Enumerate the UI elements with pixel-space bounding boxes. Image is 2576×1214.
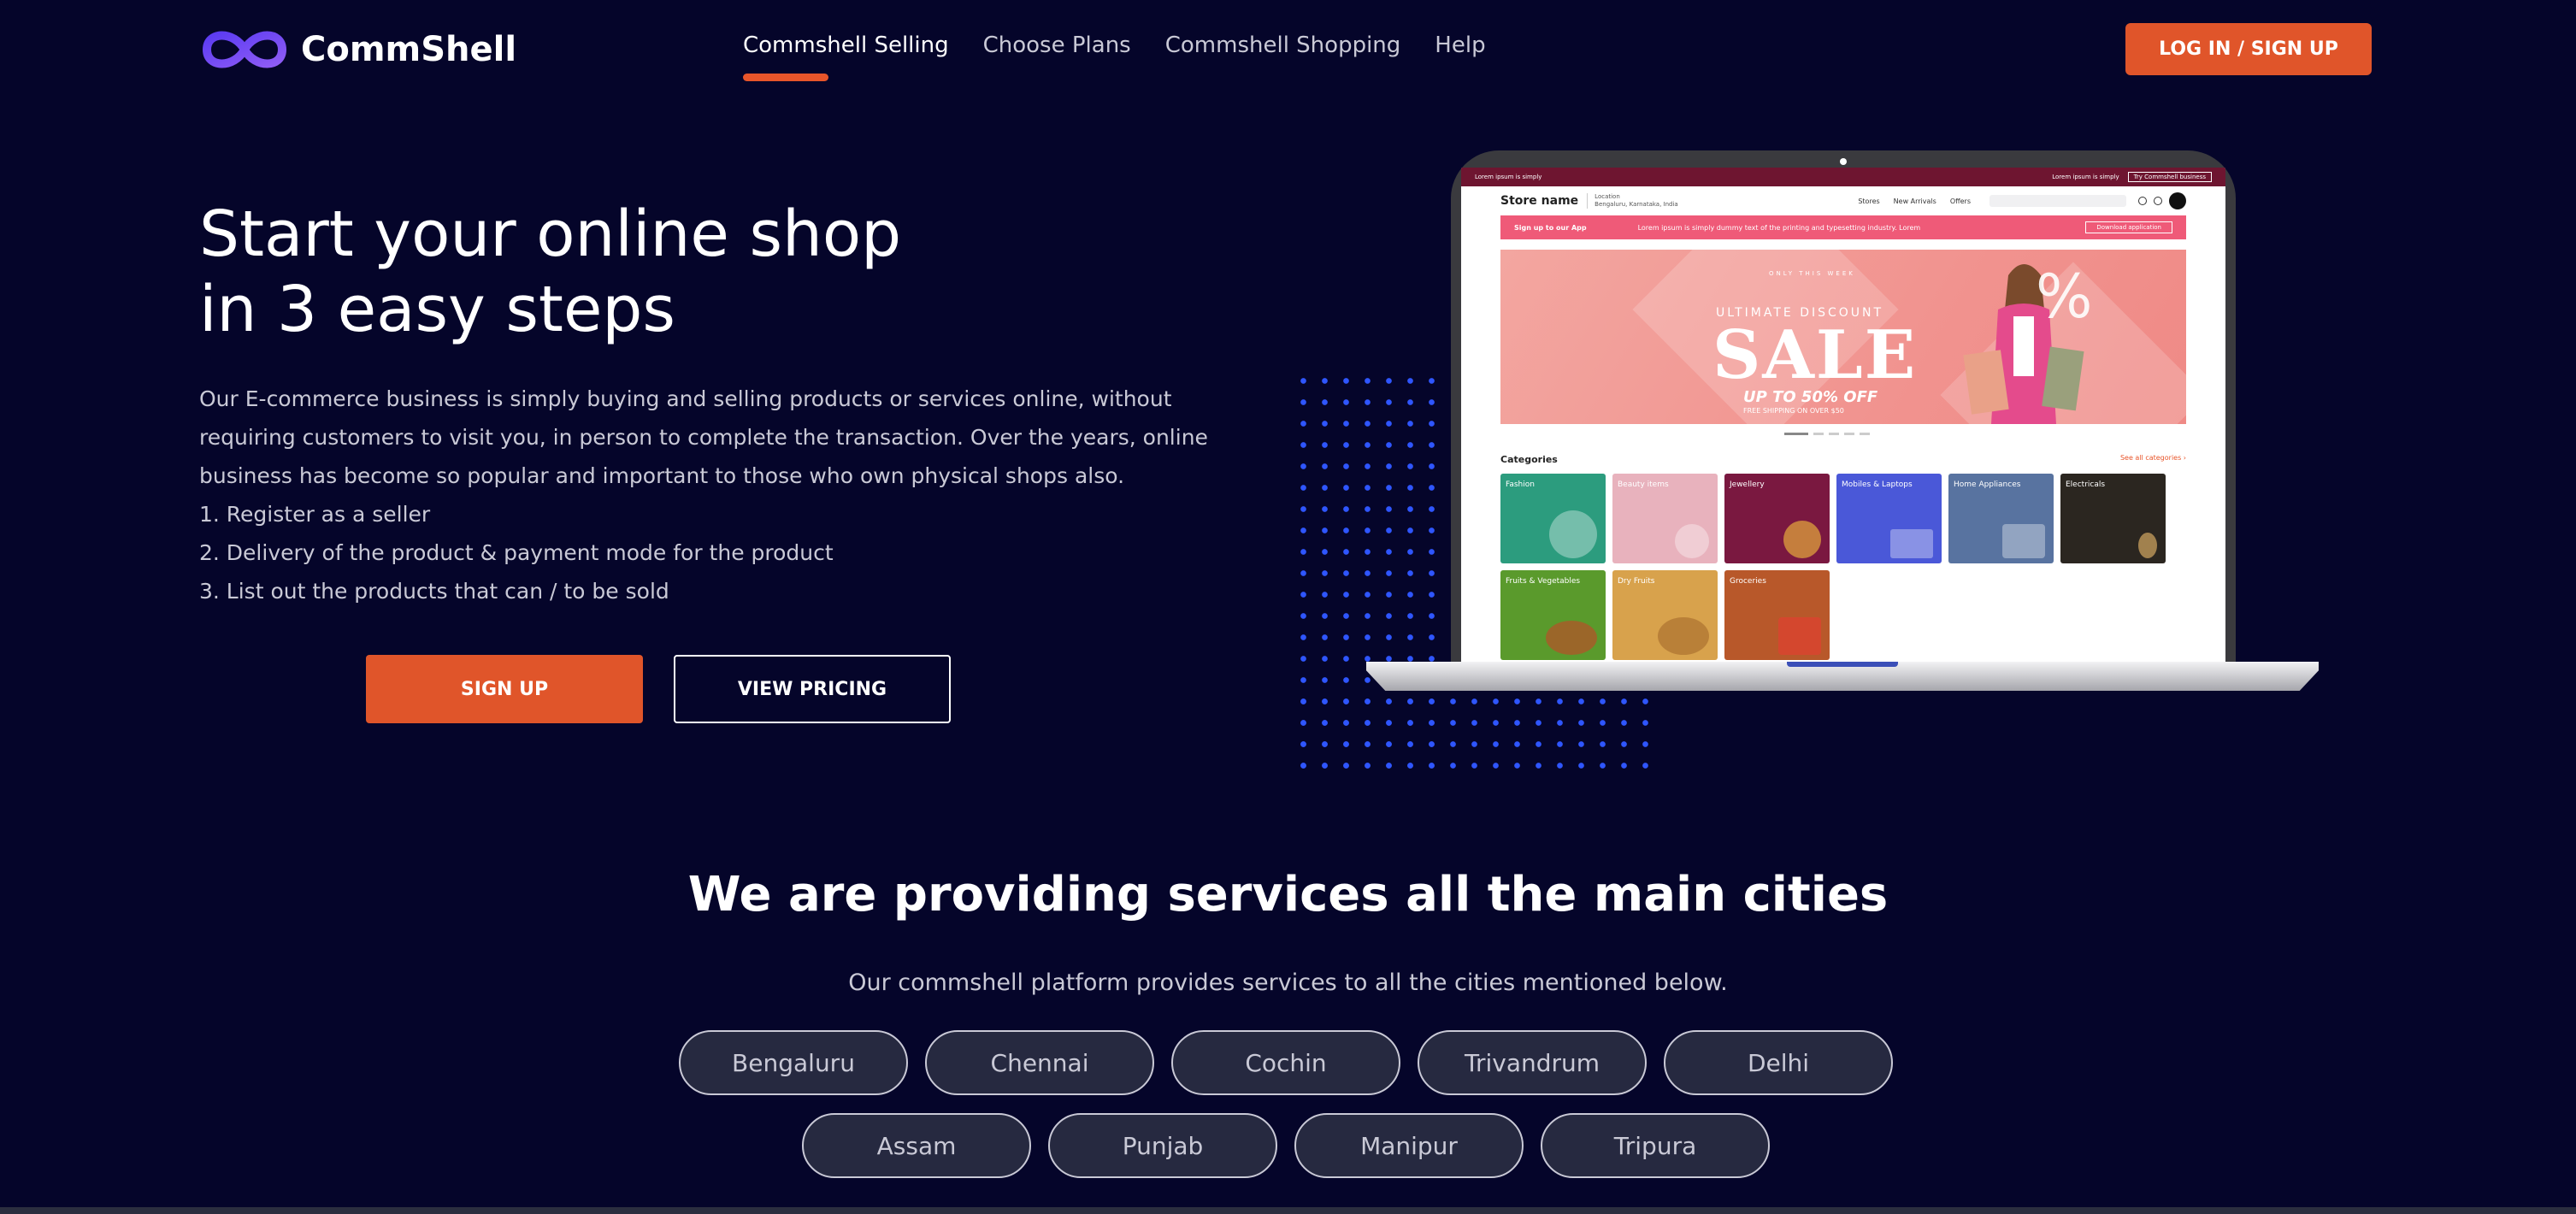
category-tile: Fashion — [1500, 474, 1606, 563]
preview-header-icons — [2138, 192, 2186, 209]
city-chip[interactable]: Delhi — [1664, 1030, 1893, 1095]
hero-step: 3. List out the products that can / to b… — [199, 579, 669, 604]
preview-header: Store name Location Bengaluru, Karnataka… — [1461, 186, 2225, 215]
cities-title: We are providing services all the main c… — [687, 867, 1889, 922]
category-tile: Home Appliances — [1948, 474, 2054, 563]
decorative-dot-pattern — [1293, 691, 1659, 781]
banner-sale-text: SALE — [1712, 316, 1918, 394]
city-chip[interactable]: Trivandrum — [1418, 1030, 1647, 1095]
preview-topbar: Lorem ipsum is simply Lorem ipsum is sim… — [1461, 168, 2225, 186]
cart-icon — [2154, 197, 2162, 205]
category-tile: Electricals — [2060, 474, 2166, 563]
preview-store-name: Store name — [1500, 194, 1579, 208]
hero-title: Start your online shop in 3 easy steps — [199, 197, 901, 347]
camera-icon — [1840, 158, 1847, 165]
preview-categories-header: Categories See all categories › — [1500, 454, 2186, 465]
signup-button[interactable]: SIGN UP — [366, 655, 643, 723]
category-tile: Jewellery — [1724, 474, 1830, 563]
hero-description-line: Our E-commerce business is simply buying… — [199, 386, 1172, 411]
page-bottom-divider — [0, 1207, 2576, 1214]
nav-commshell-selling[interactable]: Commshell Selling — [743, 32, 949, 81]
banner-shipping-text: FREE SHIPPING ON OVER $50 — [1743, 407, 1844, 415]
view-pricing-button[interactable]: VIEW PRICING — [674, 655, 951, 723]
theme-icon — [2138, 197, 2147, 205]
banner-percent-text: % — [2036, 262, 2093, 332]
city-chip[interactable]: Bengaluru — [679, 1030, 908, 1095]
nav-commshell-shopping[interactable]: Commshell Shopping — [1165, 32, 1401, 58]
brand-logo[interactable]: CommShell — [200, 24, 516, 75]
banner-off-text: UP TO 50% OFF — [1743, 388, 1878, 406]
category-tile: Fruits & Vegetables — [1500, 570, 1606, 660]
category-tile-label: Mobiles & Laptops — [1842, 480, 1913, 489]
preview-banner-text: Lorem ipsum is simply dummy text of the … — [1637, 223, 1921, 232]
category-tile: Beauty items — [1612, 474, 1718, 563]
category-tile: Mobiles & Laptops — [1836, 474, 1942, 563]
city-chip[interactable]: Tripura — [1541, 1113, 1770, 1178]
main-nav: Commshell Selling Choose Plans Commshell… — [743, 32, 1486, 81]
city-chip[interactable]: Cochin — [1171, 1030, 1400, 1095]
preview-menu: Stores New Arrivals Offers — [1858, 197, 1971, 205]
category-tile-label: Electricals — [2066, 480, 2106, 489]
hero-step: 2. Delivery of the product & payment mod… — [199, 540, 834, 565]
hero-step: 1. Register as a seller — [199, 502, 431, 527]
preview-menu-item: Offers — [1949, 197, 1971, 205]
preview-location: Location Bengaluru, Karnataka, India — [1587, 193, 1678, 209]
city-chip[interactable]: Manipur — [1294, 1113, 1524, 1178]
hero-description-line: business has become so popular and impor… — [199, 463, 1125, 488]
preview-download-button: Download application — [2085, 221, 2172, 233]
city-chip[interactable]: Punjab — [1048, 1113, 1277, 1178]
category-tile-label: Fashion — [1506, 480, 1535, 489]
store-preview: Lorem ipsum is simply Lorem ipsum is sim… — [1461, 168, 2225, 663]
preview-menu-item: Stores — [1858, 197, 1880, 205]
preview-sale-banner: ONLY THIS WEEK ULTIMATE DISCOUNT SALE UP… — [1500, 250, 2186, 424]
login-signup-button[interactable]: LOG IN / SIGN UP — [2125, 23, 2372, 75]
category-tile-label: Beauty items — [1618, 480, 1669, 489]
hero-description: Our E-commerce business is simply buying… — [199, 380, 1225, 610]
category-tile-label: Fruits & Vegetables — [1506, 577, 1581, 586]
category-tile: Dry Fruits — [1612, 570, 1718, 660]
nav-choose-plans[interactable]: Choose Plans — [983, 32, 1131, 58]
preview-category-grid: Fashion Beauty items Jewellery Mobiles &… — [1500, 474, 2186, 660]
brand-name: CommShell — [301, 30, 517, 69]
nav-help[interactable]: Help — [1435, 32, 1485, 58]
cities-subtitle: Our commshell platform provides services… — [848, 969, 1728, 996]
category-tile: Groceries — [1724, 570, 1830, 660]
preview-search-input — [1989, 195, 2126, 207]
preview-location-label: Location — [1595, 193, 1620, 200]
preview-categories-link: See all categories › — [2119, 454, 2186, 462]
preview-location-value: Bengaluru, Karnataka, India — [1595, 201, 1678, 208]
city-chip[interactable]: Chennai — [925, 1030, 1154, 1095]
preview-banner-title: Sign up to our App — [1514, 223, 1587, 232]
banner-week-text: ONLY THIS WEEK — [1769, 270, 1855, 277]
hero-title-line1: Start your online shop — [199, 197, 902, 271]
category-tile-label: Groceries — [1730, 577, 1766, 586]
avatar-icon — [2169, 192, 2186, 209]
preview-app-banner: Sign up to our App Lorem ipsum is simply… — [1500, 215, 2186, 239]
preview-categories-title: Categories — [1500, 454, 1558, 465]
laptop-screen: Lorem ipsum is simply Lorem ipsum is sim… — [1451, 150, 2236, 663]
preview-topbar-right: Lorem ipsum is simply Try Commshell busi… — [2052, 172, 2212, 182]
preview-menu-item: New Arrivals — [1893, 197, 1936, 205]
infinity-logo-icon — [202, 31, 287, 68]
banner-pagination — [1784, 433, 2225, 435]
city-chip[interactable]: Assam — [802, 1113, 1031, 1178]
hero-title-line2: in 3 easy steps — [199, 273, 675, 346]
hero-description-line: requiring customers to visit you, in per… — [199, 425, 1208, 450]
category-tile-label: Dry Fruits — [1618, 577, 1655, 586]
preview-try-business-button: Try Commshell business — [2127, 172, 2212, 182]
preview-topbar-text: Lorem ipsum is simply — [2052, 174, 2119, 180]
preview-topbar-text: Lorem ipsum is simply — [1475, 174, 1542, 180]
category-tile-label: Jewellery — [1730, 480, 1765, 489]
laptop-notch — [1787, 662, 1898, 667]
category-tile-label: Home Appliances — [1954, 480, 2021, 489]
